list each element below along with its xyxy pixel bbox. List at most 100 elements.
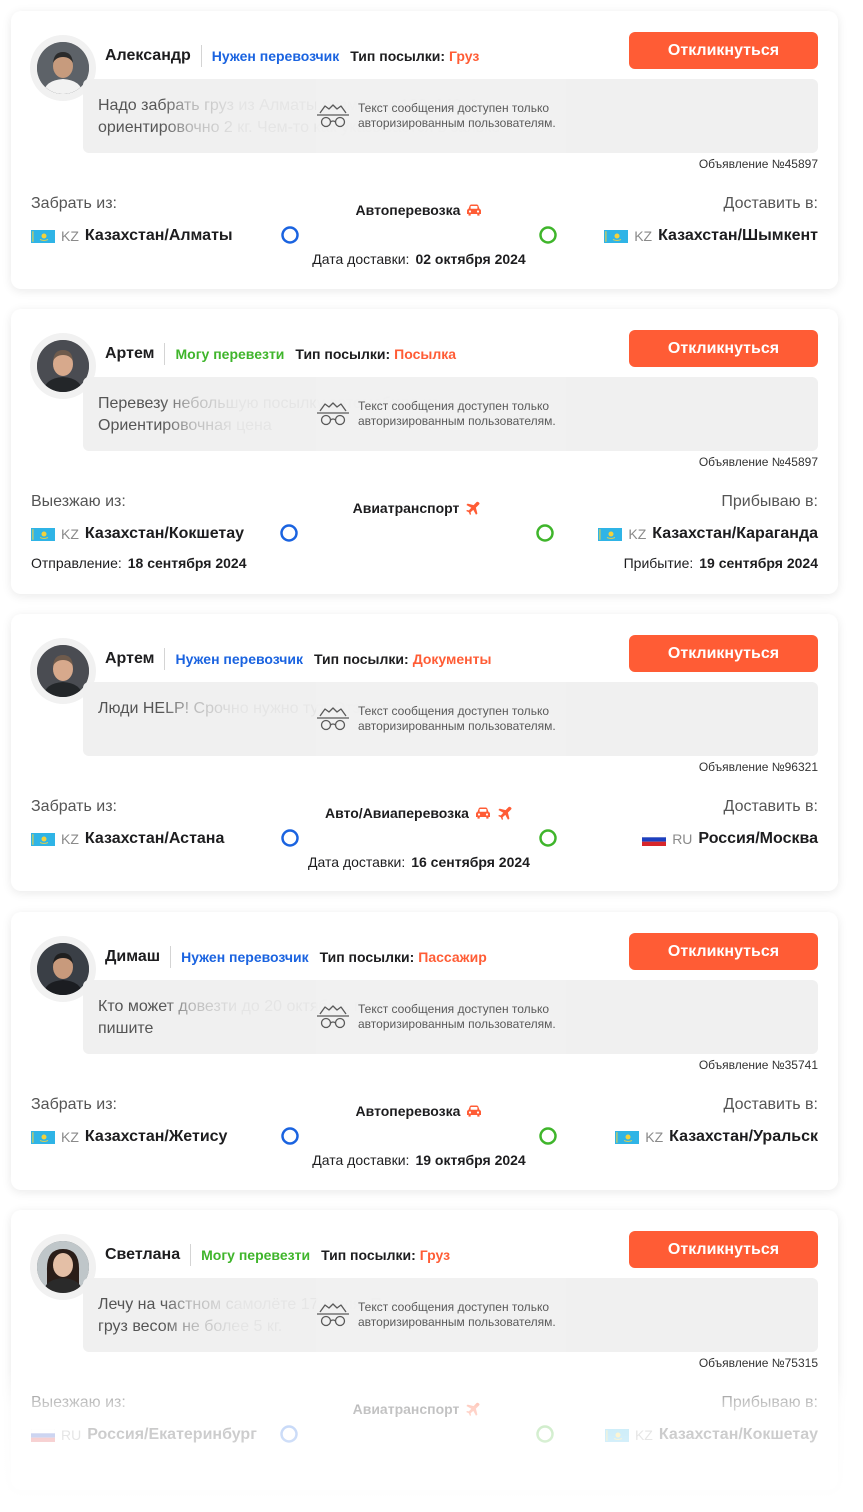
origin-location: RU Россия/Екатеринбург xyxy=(31,1424,257,1446)
package-type-label: Тип посылки: xyxy=(350,48,445,64)
author-name[interactable]: Светлана xyxy=(105,1246,180,1264)
incognito-icon xyxy=(317,402,349,426)
delivery-date-label: Дата доставки: xyxy=(312,1152,410,1168)
route-start-dot xyxy=(281,829,299,847)
auth-text-line: Текст сообщения доступен только xyxy=(358,101,549,115)
car-icon xyxy=(467,1105,482,1117)
avatar[interactable] xyxy=(37,42,89,94)
delivery-date-value: 02 октября 2024 xyxy=(415,251,526,267)
kazakhstan-flag-icon xyxy=(31,1130,55,1144)
origin-location: KZ Казахстан/Астана xyxy=(31,828,224,850)
package-type-value: Пассажир xyxy=(418,949,487,965)
route-end-dot xyxy=(539,226,557,244)
respond-button[interactable]: Откликнуться xyxy=(629,1231,818,1268)
listing-header: Светлана Могу перевезти Тип посылки: Груз xyxy=(105,1244,450,1266)
city-name: Казахстан/Кокшетау xyxy=(84,525,245,542)
avatar[interactable] xyxy=(37,943,89,995)
auth-text-line: авторизированным пользователям. xyxy=(358,1017,556,1031)
route-start-dot xyxy=(280,1425,298,1443)
country-code: KZ xyxy=(61,526,79,542)
destination-label: Доставить в: xyxy=(723,195,818,212)
transport-type: Автоперевозка xyxy=(269,202,569,218)
city-name: Казахстан/Шымкент xyxy=(658,227,818,244)
country-code: KZ xyxy=(61,1129,79,1145)
author-name[interactable]: Артем xyxy=(105,345,154,363)
arrival-value: 19 сентября 2024 xyxy=(699,555,818,571)
kazakhstan-flag-icon xyxy=(598,527,623,541)
transport-label: Автоперевозка xyxy=(355,1103,461,1119)
route-end-dot xyxy=(536,1425,554,1443)
origin-label: Выезжаю из: xyxy=(31,1394,126,1411)
incognito-icon xyxy=(317,1303,349,1327)
message-preview: Надо забрать груз из Алматы размером 180… xyxy=(83,79,818,153)
avatar[interactable] xyxy=(37,340,89,392)
transport-label: Автоперевозка xyxy=(355,202,461,218)
country-code: RU xyxy=(61,1427,82,1443)
auth-required-notice: Текст сообщения доступен только авторизир… xyxy=(316,1278,566,1352)
departure-date: Отправление: 18 сентября 2024 xyxy=(31,555,247,571)
destination-location: KZ Казахстан/Шымкент xyxy=(604,225,818,247)
transport-type: Авиатранспорт xyxy=(267,500,567,516)
auth-required-notice: Текст сообщения доступен только авторизир… xyxy=(316,980,566,1054)
route-end-dot xyxy=(539,829,557,847)
message-preview: Лечу на частном самолёте 17 июля. Переве… xyxy=(83,1278,818,1352)
author-name[interactable]: Артем xyxy=(105,650,154,668)
delivery-date: Дата доставки: 02 октября 2024 xyxy=(299,251,539,267)
message-preview: Кто может довезти до 20 октября, пишите … xyxy=(83,980,818,1054)
destination-location: RU Россия/Москва xyxy=(642,828,818,850)
route-indicator xyxy=(279,1424,555,1444)
arrival-label: Прибытие: xyxy=(623,555,694,571)
departure-value: 18 сентября 2024 xyxy=(127,555,247,571)
origin-label: Забрать из: xyxy=(31,195,117,212)
departure-label: Отправление: xyxy=(31,555,122,571)
delivery-date-value: 19 октября 2024 xyxy=(415,1152,526,1168)
listing-header: Димаш Нужен перевозчик Тип посылки: Пассажи… xyxy=(105,946,487,968)
ad-number: Объявление №75315 xyxy=(698,1356,818,1370)
route-indicator xyxy=(280,828,558,848)
city-name: Казахстан/Уральск xyxy=(669,1128,818,1145)
package-type-value: Посылка xyxy=(394,346,456,362)
ad-number: Объявление №96321 xyxy=(698,760,818,774)
message-preview: Перевезу небольшую посылку автомобиле из… xyxy=(83,377,818,451)
listing-status: Могу перевезти xyxy=(175,346,285,362)
city-name: Казахстан/Алматы xyxy=(84,227,233,244)
delivery-date: Дата доставки: 19 октября 2024 xyxy=(299,1152,539,1168)
ad-number: Объявление №35741 xyxy=(698,1058,818,1072)
auth-text-line: Текст сообщения доступен только xyxy=(358,704,549,718)
listing-card: Светлана Могу перевезти Тип посылки: Груз От… xyxy=(11,1210,838,1490)
author-name[interactable]: Александр xyxy=(105,47,191,65)
route-end-dot xyxy=(539,1127,557,1145)
auth-required-text: Текст сообщения доступен только авторизир… xyxy=(358,101,556,131)
destination-location: KZ Казахстан/Караганда xyxy=(598,523,818,545)
respond-button[interactable]: Откликнуться xyxy=(629,330,818,367)
delivery-date-label: Дата доставки: xyxy=(312,251,410,267)
listing-header: Артем Могу перевезти Тип посылки: Посылка xyxy=(105,343,456,365)
author-name[interactable]: Димаш xyxy=(105,948,160,966)
transport-label: Авиатранспорт xyxy=(352,500,460,516)
auth-text-line: Текст сообщения доступен только xyxy=(358,1002,549,1016)
auth-required-notice: Текст сообщения доступен только авторизир… xyxy=(316,79,566,153)
plane-icon xyxy=(498,806,512,820)
incognito-icon xyxy=(317,1005,349,1029)
respond-button[interactable]: Откликнуться xyxy=(629,32,818,69)
avatar[interactable] xyxy=(37,645,89,697)
transport-type: Авиатранспорт xyxy=(267,1401,567,1417)
country-code: KZ xyxy=(61,831,79,847)
kazakhstan-flag-icon xyxy=(31,527,55,541)
ad-number: Объявление №45897 xyxy=(698,157,818,171)
package-type-value: Груз xyxy=(419,1247,451,1263)
listing-card: Артем Могу перевезти Тип посылки: Посылка От… xyxy=(11,309,838,594)
city-name: Казахстан/Жетису xyxy=(84,1128,228,1145)
listing-card: Александр Нужен перевозчик Тип посылки: Гру… xyxy=(11,11,838,289)
respond-button[interactable]: Откликнуться xyxy=(629,635,818,672)
country-code: RU xyxy=(672,831,693,847)
destination-label: Доставить в: xyxy=(723,798,818,815)
auth-required-text: Текст сообщения доступен только авторизир… xyxy=(358,1300,556,1330)
russia-flag-icon xyxy=(642,832,667,846)
country-code: KZ xyxy=(645,1129,664,1145)
city-name: Казахстан/Астана xyxy=(84,830,225,847)
respond-button[interactable]: Откликнуться xyxy=(629,933,818,970)
auth-required-notice: Текст сообщения доступен только авторизир… xyxy=(316,377,566,451)
avatar[interactable] xyxy=(37,1241,89,1293)
origin-label: Забрать из: xyxy=(31,1096,117,1113)
